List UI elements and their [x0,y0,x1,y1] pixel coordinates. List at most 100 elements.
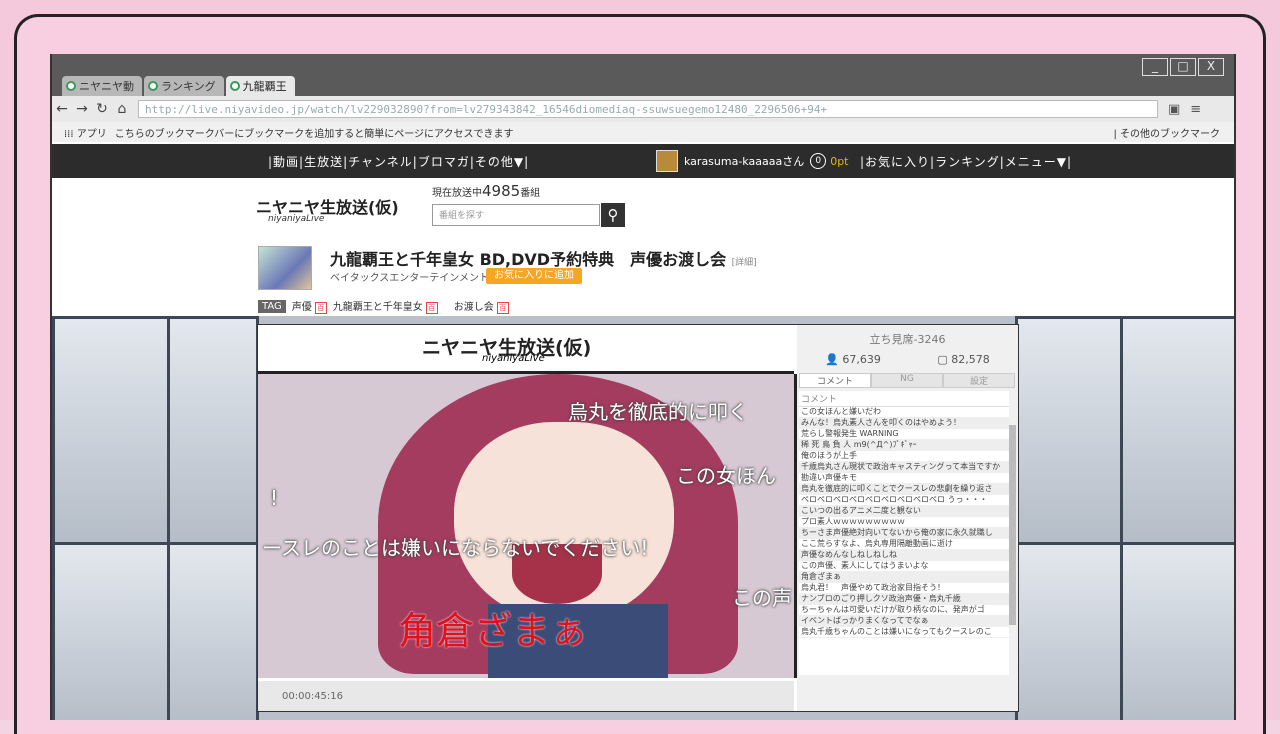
other-bookmarks[interactable]: | その他のブックマーク [1113,125,1220,140]
back-icon[interactable]: ← [52,101,72,117]
tag-item[interactable]: 九龍覇王と千年皇女百 [333,298,438,314]
user-avatar[interactable] [656,150,678,172]
comment-row[interactable]: この声優、素人にしてはうまいよな [799,561,1009,572]
comment-row[interactable]: イベントばっかりまくなってでなぁ [799,616,1009,627]
comment-row[interactable]: ここ荒らすなよ、烏丸専用隔離動画に逝け [799,539,1009,550]
comment-row[interactable]: 烏丸を徹底的に叩くことでクースレの悲劇を繰り返さ [799,484,1009,495]
comment-row[interactable]: 勘違い声優キモ [799,473,1009,484]
bg-tile [167,316,259,548]
tab-settings[interactable]: 設定 [943,373,1015,388]
on-air-count: 現在放送中4985番組 [432,182,541,200]
tag-item[interactable]: お渡し会百 [454,298,509,314]
player-controls: 00:00:45:16 [258,681,794,711]
dictionary-icon: 百 [496,302,509,314]
live-player: ニヤニヤ生放送(仮) niyaniyaLive 烏丸を徹底的に叩く この女ほん … [257,324,1019,712]
comment-row[interactable]: 声優なめんなしねしねしね [799,550,1009,561]
tab-ng[interactable]: NG [871,373,943,388]
danmaku-comment: 角倉ざまぁ [398,609,589,653]
extension-icon[interactable]: ▣ [1168,102,1180,117]
tab-label: 九龍覇王 [242,80,287,93]
bg-tile [1015,316,1123,548]
bookmarks-bar: ⁞⁞⁞ アプリ こちらのブックマークバーにブックマークを追加すると簡単にページに… [52,122,1234,142]
address-bar: ← → ↻ ⌂ http://live.niyavideo.jp/watch/l… [52,96,1234,122]
seat-info: 立ち見席-3246 [869,333,946,346]
add-favorite-button[interactable]: お気に入りに追加 [486,268,582,284]
comment-row[interactable]: ペロペロペロペロペロペロペロペロペロ うっ・・・ [799,495,1009,506]
danmaku-comment: ! [270,486,279,510]
comment-row[interactable]: 稀 死 鳥 負 人 m9(^Д^)ﾌﾟｷﾞｬｰ [799,440,1009,451]
minimize-button[interactable]: _ [1142,58,1168,76]
site-icon [229,81,240,91]
stats: 👤 67,639 ▢ 82,578 [797,353,1018,366]
comment-row[interactable]: プロ素人ｗｗｗｗｗｗｗｗｗ [799,517,1009,528]
forward-icon[interactable]: → [72,101,92,117]
bg-tile [1120,542,1234,720]
program-company[interactable]: ベイタックスエンターテインメント [330,269,489,284]
comment-row[interactable]: 荒らし警報発生 WARNING [799,429,1009,440]
right-menu[interactable]: |お気に入り|ランキング|メニュー▼| [860,153,1072,170]
site-icon [66,81,76,91]
maximize-button[interactable]: □ [1170,58,1196,76]
comment-row[interactable]: ナンブロのごり押しクソ政治声優・烏丸千歳 [799,594,1009,605]
video-screen[interactable]: 烏丸を徹底的に叩く この女ほん ! ースレのことは嫌いにならないでください! こ… [258,374,797,678]
browser-window: _ □ X ニヤニヤ動 ランキング 九龍覇王 ← → ↻ ⌂ http://li… [50,54,1236,720]
comment-row[interactable]: みんな！烏丸素人さんを叩くのはやめよう！ [799,418,1009,429]
comment-row[interactable]: こいつの出るアニメ二度と観ない [799,506,1009,517]
playback-time: 00:00:45:16 [282,691,344,702]
username[interactable]: karasuma-kaaaaaさん [684,153,804,169]
tab-label: ニヤニヤ動 [79,80,134,93]
dictionary-icon: 百 [425,302,438,314]
program-thumbnail[interactable] [258,246,312,290]
tab-niyaniya-douga[interactable]: ニヤニヤ動 [62,76,142,96]
tag-badge: TAG [258,299,286,313]
danmaku-comment: 烏丸を徹底的に叩く [568,400,748,424]
comment-row[interactable]: 烏丸君！ 声優やめて政治家目指そう！ [799,583,1009,594]
panel-tabs: コメント NG 設定 [799,373,1015,388]
main-menu[interactable]: |動画|生放送|チャンネル|ブロマガ|その他▼| [268,153,529,170]
bg-tile [167,542,259,720]
comment-row[interactable]: ちーちゃんは可愛いだけが取り柄なのに、発声がゴ [799,605,1009,616]
site-nav: |動画|生放送|チャンネル|ブロマガ|その他▼| karasuma-kaaaaa… [52,144,1234,178]
site-logo-sub: niyaniyaLive [268,214,325,224]
comment-row[interactable]: 俺のほうが上手 [799,451,1009,462]
tab-label: ランキング [161,80,216,93]
reload-icon[interactable]: ↻ [92,101,112,117]
comment-panel: 立ち見席-3246 👤 67,639 ▢ 82,578 コメント NG 設定 コ… [797,325,1018,711]
bg-tile [1015,542,1123,720]
bg-tile [52,316,170,548]
comment-row[interactable]: 烏丸千歳ちゃんのことは嫌いになってもクースレのこ [799,627,1009,638]
comment-list-header: コメント [799,391,1009,407]
bg-tile [1120,316,1234,548]
search-icon[interactable]: ⚲ [601,203,625,227]
comment-row[interactable]: ちーさま声優絶対向いてないから俺の家に永久就職し [799,528,1009,539]
close-button[interactable]: X [1198,58,1224,76]
tab-kowloon[interactable]: 九龍覇王 [225,76,295,96]
danmaku-comment: この女ほん [676,464,776,488]
search-input[interactable]: 番組を探す [432,204,600,226]
program-title: 九龍覇王と千年皇女 BD,DVD予約特典 声優お渡し会 [詳細] [330,250,757,269]
user-area: karasuma-kaaaaaさん 0 0pt [656,150,849,172]
apps-link[interactable]: ⁞⁞⁞ アプリ [64,125,107,140]
bg-tile [52,542,170,720]
tab-strip: ニヤニヤ動 ランキング 九龍覇王 [62,76,297,96]
comment-count: ▢ 82,578 [937,353,990,366]
points-value: 0pt [830,154,849,168]
tab-bar: _ □ X ニヤニヤ動 ランキング 九龍覇王 [52,54,1234,96]
tab-comments[interactable]: コメント [799,373,871,388]
comment-scrollbar[interactable] [1009,425,1016,625]
tab-ranking[interactable]: ランキング [144,76,224,96]
home-icon[interactable]: ⌂ [112,101,132,117]
site-icon [148,81,158,91]
settings-icon[interactable]: ≡ [1190,102,1201,117]
bookmarks-hint: こちらのブックマークバーにブックマークを追加すると簡単にページにアクセスできます [114,128,514,140]
comment-row[interactable]: 千歳烏丸さん現状で政治キャスティングって本当ですか [799,462,1009,473]
danmaku-comment: この声 [732,586,792,610]
tag-item[interactable]: 声優百 [292,298,327,314]
comment-list[interactable]: コメント この女ほんと嫌いだわ みんな！烏丸素人さんを叩くのはやめよう！ 荒らし警報… [799,391,1009,675]
tag-list: TAG 声優百 九龍覇王と千年皇女百 お渡し会百 [258,298,509,314]
comment-row[interactable]: この女ほんと嫌いだわ [799,407,1009,418]
detail-link[interactable]: [詳細] [732,258,757,268]
points: 0 0pt [810,153,849,169]
comment-row[interactable]: 角倉ざまぁ [799,572,1009,583]
url-field[interactable]: http://live.niyavideo.jp/watch/lv2290328… [138,100,1158,118]
